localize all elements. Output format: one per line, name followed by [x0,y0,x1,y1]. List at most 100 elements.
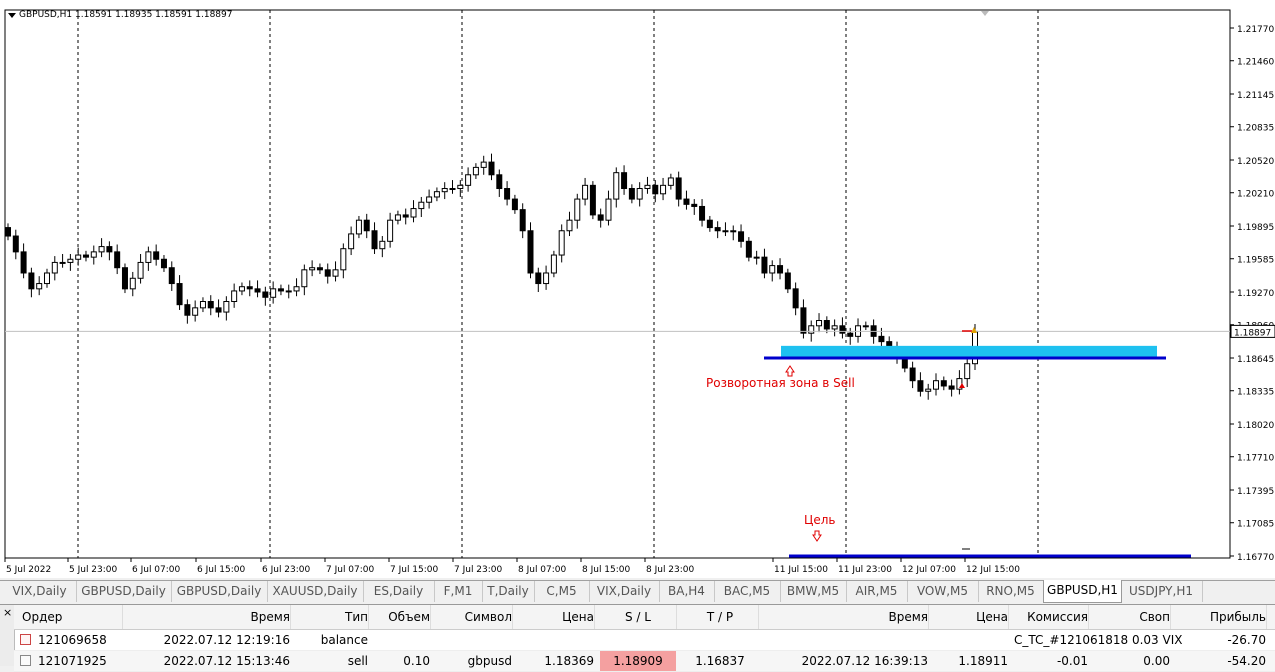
candle-bull [293,286,300,292]
plot-frame [4,9,1231,559]
header-time[interactable]: Время [120,605,291,629]
candle-bull [644,184,651,190]
header-commission[interactable]: Комиссия [1014,605,1089,629]
header-symbol[interactable]: Символ [436,605,513,629]
tab-t-daily[interactable]: T,Daily [482,581,535,602]
tab-bac-m5[interactable]: BAC,M5 [714,581,781,602]
header-profit[interactable]: Прибыль [1176,605,1267,629]
tab-vix-daily[interactable]: VIX,Daily [589,581,660,602]
tab-air-m5[interactable]: AIR,M5 [846,581,908,602]
header-tp[interactable]: T / P [682,605,759,629]
header-sl[interactable]: S / L [600,605,677,629]
cell-profit: -54.20 [1227,654,1266,668]
cell-type: sell [347,654,368,668]
tab-vow-m5[interactable]: VOW,M5 [907,581,979,602]
price-label: 1.18020 [1237,421,1274,431]
symbol-info: GBPUSD,H1 1.18591 1.18935 1.18591 1.1889… [8,10,232,20]
candle-bear [917,380,924,392]
candle-bull [769,265,776,274]
time-label: 7 Jul 23:00 [454,565,503,575]
candle-bull [441,188,448,193]
candle-bull [433,191,440,198]
cell-tp: 1.16837 [695,654,745,668]
table-row[interactable]: 121069658 2022.07.12 12:19:16 balance C_TC_… [14,630,1275,651]
cell-volume: 0.10 [403,654,430,668]
tab-gbpusd-h1[interactable]: GBPUSD,H1 [1043,580,1122,603]
time-label: 7 Jul 07:00 [326,565,375,575]
candle-bear [940,380,947,387]
reversal-zone[interactable] [781,345,1157,358]
header-order[interactable]: Ордер [14,605,123,629]
header-type[interactable]: Тип [296,605,369,629]
candle-bear [246,286,253,290]
tab-gbpusd-daily[interactable]: GBPUSD,Daily [171,581,268,602]
price-chart[interactable]: 1.21770 1.21460 1.21145 1.20835 1.20520 1.202… [0,0,1275,578]
tab-usdjpy-h1[interactable]: USDJPY,H1 [1120,581,1203,602]
price-label: 1.19270 [1237,289,1274,299]
candle-bull [566,219,573,232]
tab-rno-m5[interactable]: RNO,M5 [978,581,1044,602]
candle-bear [371,230,378,250]
candle-bear [207,301,214,309]
candle-bull [418,201,425,210]
cell-type: balance [320,633,368,647]
tab-gbpusd-daily[interactable]: GBPUSD,Daily [76,581,172,602]
header-volume[interactable]: Объем [374,605,431,629]
candle-bear [730,230,737,233]
deal-icon [20,655,31,666]
chart-area[interactable]: 1.21770 1.21460 1.21145 1.20835 1.20520 1.202… [0,0,1275,578]
time-label: 5 Jul 2022 [6,565,51,575]
candle-bull [550,254,557,274]
header-close-price[interactable]: Цена [934,605,1009,629]
candle-bull [605,198,612,221]
candle-bear [628,188,635,200]
candle-bull [270,288,277,298]
candle-bear [691,203,698,207]
candle-bull [67,258,74,263]
orders-table: Ордер Время Тип Объем Символ Цена S / LT / P Вр… [14,605,1275,672]
candle-bear [706,219,713,229]
candle-bull [964,363,971,380]
candle-bull [480,161,487,168]
header-swap[interactable]: Своп [1094,605,1171,629]
candle-bear [215,307,222,313]
tab-vix-daily[interactable]: VIX,Daily [3,581,77,602]
candle-bear [402,214,409,218]
candle-bear [621,172,628,190]
tab-es-daily[interactable]: ES,Daily [363,581,435,602]
price-label: 1.18335 [1237,388,1274,398]
candle-bear [800,307,807,334]
candle-bear [519,209,526,232]
tab-xauusd-daily[interactable]: XAUUSD,Daily [267,581,364,602]
time-label: 6 Jul 15:00 [197,565,246,575]
table-header: Ордер Время Тип Объем Символ Цена S / LT / P Вр… [14,605,1275,630]
candle-bear [184,304,191,316]
candle-bear [12,235,19,253]
chart-menu-icon[interactable] [8,12,16,18]
candle-bull [574,198,581,221]
price-label: 1.21770 [1237,25,1274,35]
candle-bull [667,177,674,186]
candle-bull [379,240,386,250]
header-close-time[interactable]: Время [764,605,929,629]
tab-f-m1[interactable]: F,M1 [434,581,483,602]
time-label: 12 Jul 07:00 [902,565,956,575]
candle-bull [636,188,643,200]
candle-bear [839,325,846,334]
candle-bull [925,388,932,392]
candle-bear [262,291,269,298]
cell-order: 121069658 [38,633,107,647]
candle-bull [933,380,940,390]
tab-ba-h4[interactable]: BA,H4 [659,581,715,602]
candle-bull [543,272,550,285]
table-row[interactable]: 121071925 2022.07.12 15:13:46 sell 0.10 gbpu… [14,651,1275,672]
tab-c-m5[interactable]: C,M5 [534,581,590,602]
time-label: 8 Jul 07:00 [518,565,567,575]
price-label: 1.17085 [1237,520,1274,530]
header-price[interactable]: Цена [518,605,595,629]
tab-bmw-m5[interactable]: BMW,M5 [780,581,847,602]
close-icon[interactable]: × [3,607,12,618]
price-label: 1.17710 [1237,454,1274,464]
candle-bull [722,230,729,233]
price-label: 1.21460 [1237,58,1274,68]
